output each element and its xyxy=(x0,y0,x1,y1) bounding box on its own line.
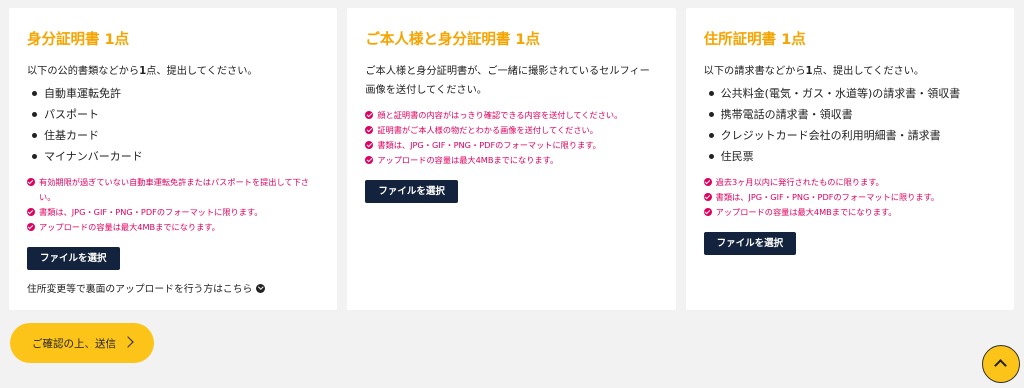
check-circle-icon xyxy=(703,208,712,216)
card-title: 身分証明書 1点 xyxy=(27,32,130,48)
check-circle-icon xyxy=(365,111,374,119)
note-item: 顔と証明書の内容がはっきり確認できる内容を送付してください。 xyxy=(365,108,657,123)
card-description: 以下の公的書類などから1点、提出してください。 xyxy=(27,66,258,77)
choose-file-button[interactable]: ファイルを選択 xyxy=(27,247,120,270)
chevron-down-circle-icon xyxy=(256,283,266,293)
card-description: 以下の請求書などから1点、提出してください。 xyxy=(703,66,925,77)
card-description: ご本人様と身分証明書が、ご一緒に撮影されているセルフィー画像を送付してください。 xyxy=(365,66,650,96)
note-item: 証明書がご本人様の物だとわかる画像を送付してください。 xyxy=(365,123,657,138)
document-list: 自動車運転免許 パスポート 住基カード マイナンバーカード xyxy=(27,83,319,167)
submit-label: ご確認の上、送信 xyxy=(32,337,116,350)
list-item: 住民票 xyxy=(704,146,996,167)
check-circle-icon xyxy=(27,208,35,216)
choose-file-button[interactable]: ファイルを選択 xyxy=(365,180,458,203)
note-item: 書類は、JPG・GIF・PNG・PDFのフォーマットに限ります。 xyxy=(703,190,996,205)
note-list: 顔と証明書の内容がはっきり確認できる内容を送付してください。 証明書がご本人様の… xyxy=(365,108,657,168)
check-circle-icon xyxy=(703,178,712,186)
chevron-right-icon xyxy=(122,336,134,348)
note-item: 書類は、JPG・GIF・PNG・PDFのフォーマットに限ります。 xyxy=(27,205,319,220)
note-item: 書類は、JPG・GIF・PNG・PDFのフォーマットに限ります。 xyxy=(365,138,657,153)
selfie-with-id-card: ご本人様と身分証明書 1点 ご本人様と身分証明書が、ご一緒に撮影されているセルフ… xyxy=(347,8,676,310)
choose-file-button[interactable]: ファイルを選択 xyxy=(703,232,797,255)
address-proof-card: 住所証明書 1点 以下の請求書などから1点、提出してください。 公共料金(電気・… xyxy=(685,8,1014,310)
list-item: 携帯電話の請求書・領収書 xyxy=(704,104,996,125)
list-item: 住基カード xyxy=(27,125,319,146)
list-item: パスポート xyxy=(27,104,319,125)
note-item: 過去3ヶ月以内に発行されたものに限ります。 xyxy=(703,175,996,190)
note-item: アップロードの容量は最大4MBまでになります。 xyxy=(27,220,319,235)
chevron-up-icon xyxy=(994,359,1007,372)
list-item: マイナンバーカード xyxy=(27,146,319,167)
note-item: アップロードの容量は最大4MBまでになります。 xyxy=(703,205,996,220)
back-side-upload-link[interactable]: 住所変更等で裏面のアップロードを行う方はこちら xyxy=(27,281,319,295)
check-circle-icon xyxy=(365,156,374,164)
card-title: 住所証明書 1点 xyxy=(703,32,806,48)
list-item: 自動車運転免許 xyxy=(27,83,319,104)
submit-button[interactable]: ご確認の上、送信 xyxy=(10,323,154,363)
list-item: クレジットカード会社の利用明細書・請求書 xyxy=(704,125,996,146)
check-circle-icon xyxy=(703,193,712,201)
check-circle-icon xyxy=(365,141,374,149)
check-circle-icon xyxy=(27,223,35,231)
scroll-to-top-button[interactable] xyxy=(982,345,1020,383)
note-list: 過去3ヶ月以内に発行されたものに限ります。 書類は、JPG・GIF・PNG・PD… xyxy=(703,175,996,220)
check-circle-icon xyxy=(27,178,35,186)
document-list: 公共料金(電気・ガス・水道等)の請求書・領収書 携帯電話の請求書・領収書 クレジ… xyxy=(704,83,996,167)
note-item: アップロードの容量は最大4MBまでになります。 xyxy=(365,153,657,168)
upload-cards: 身分証明書 1点 以下の公的書類などから1点、提出してください。 自動車運転免許… xyxy=(9,8,1014,310)
identity-document-card: 身分証明書 1点 以下の公的書類などから1点、提出してください。 自動車運転免許… xyxy=(9,8,338,310)
note-item: 有効期限が過ぎていない自動車運転免許またはパスポートを提出して下さい。 xyxy=(27,175,319,205)
check-circle-icon xyxy=(365,126,374,134)
card-title: ご本人様と身分証明書 1点 xyxy=(365,32,540,48)
note-list: 有効期限が過ぎていない自動車運転免許またはパスポートを提出して下さい。 書類は、… xyxy=(27,175,319,235)
list-item: 公共料金(電気・ガス・水道等)の請求書・領収書 xyxy=(704,83,996,104)
